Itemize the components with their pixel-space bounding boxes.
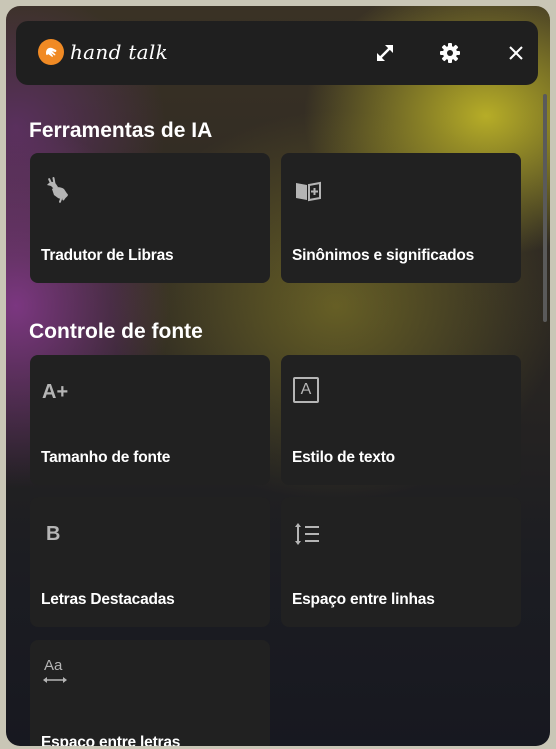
text-style-icon: A bbox=[293, 377, 319, 403]
letter-spacing-icon: Aa bbox=[42, 658, 72, 688]
card-label: Espaço entre letras bbox=[41, 734, 181, 746]
card-label: Tradutor de Libras bbox=[41, 247, 174, 264]
panel-header: hand talk bbox=[16, 21, 538, 85]
card-line-spacing[interactable]: Espaço entre linhas bbox=[281, 497, 521, 627]
card-synonyms-meanings[interactable]: Sinônimos e significados bbox=[281, 153, 521, 283]
card-label: Tamanho de fonte bbox=[41, 449, 171, 466]
settings-button[interactable] bbox=[436, 39, 464, 67]
section-title-ai-tools: Ferramentas de IA bbox=[29, 119, 213, 142]
bold-icon: B bbox=[46, 523, 61, 545]
line-spacing-icon bbox=[293, 519, 323, 549]
card-label: Letras Destacadas bbox=[41, 591, 175, 608]
brand-logo: hand talk bbox=[38, 39, 168, 65]
card-label: Estilo de texto bbox=[292, 449, 395, 466]
letter-spacing-glyph: Aa bbox=[44, 657, 63, 674]
card-label: Sinônimos e significados bbox=[292, 247, 475, 264]
brand-name: hand talk bbox=[70, 40, 169, 64]
card-text-style[interactable]: A Estilo de texto bbox=[281, 355, 521, 485]
section-title-font-control: Controle de fonte bbox=[29, 320, 203, 343]
expand-button[interactable] bbox=[371, 39, 399, 67]
card-highlighted-letters[interactable]: B Letras Destacadas bbox=[30, 497, 270, 627]
scrollbar[interactable] bbox=[543, 94, 547, 322]
font-size-increase-icon: A+ bbox=[42, 381, 69, 403]
card-letter-spacing[interactable]: Aa Espaço entre letras bbox=[30, 640, 270, 746]
gear-icon bbox=[440, 43, 460, 63]
card-font-size[interactable]: A+ Tamanho de fonte bbox=[30, 355, 270, 485]
book-plus-icon bbox=[293, 175, 323, 205]
hand-talk-logo-icon bbox=[38, 39, 64, 65]
text-style-glyph: A bbox=[300, 381, 312, 398]
expand-arrows-icon bbox=[377, 45, 393, 61]
card-label: Espaço entre linhas bbox=[292, 591, 435, 608]
close-button[interactable] bbox=[502, 39, 530, 67]
accessibility-panel: hand talk Ferramentas de IA Tradutor de … bbox=[6, 6, 550, 746]
card-libras-translator[interactable]: Tradutor de Libras bbox=[30, 153, 270, 283]
sign-language-hands-icon bbox=[42, 175, 72, 205]
close-icon bbox=[509, 46, 523, 60]
